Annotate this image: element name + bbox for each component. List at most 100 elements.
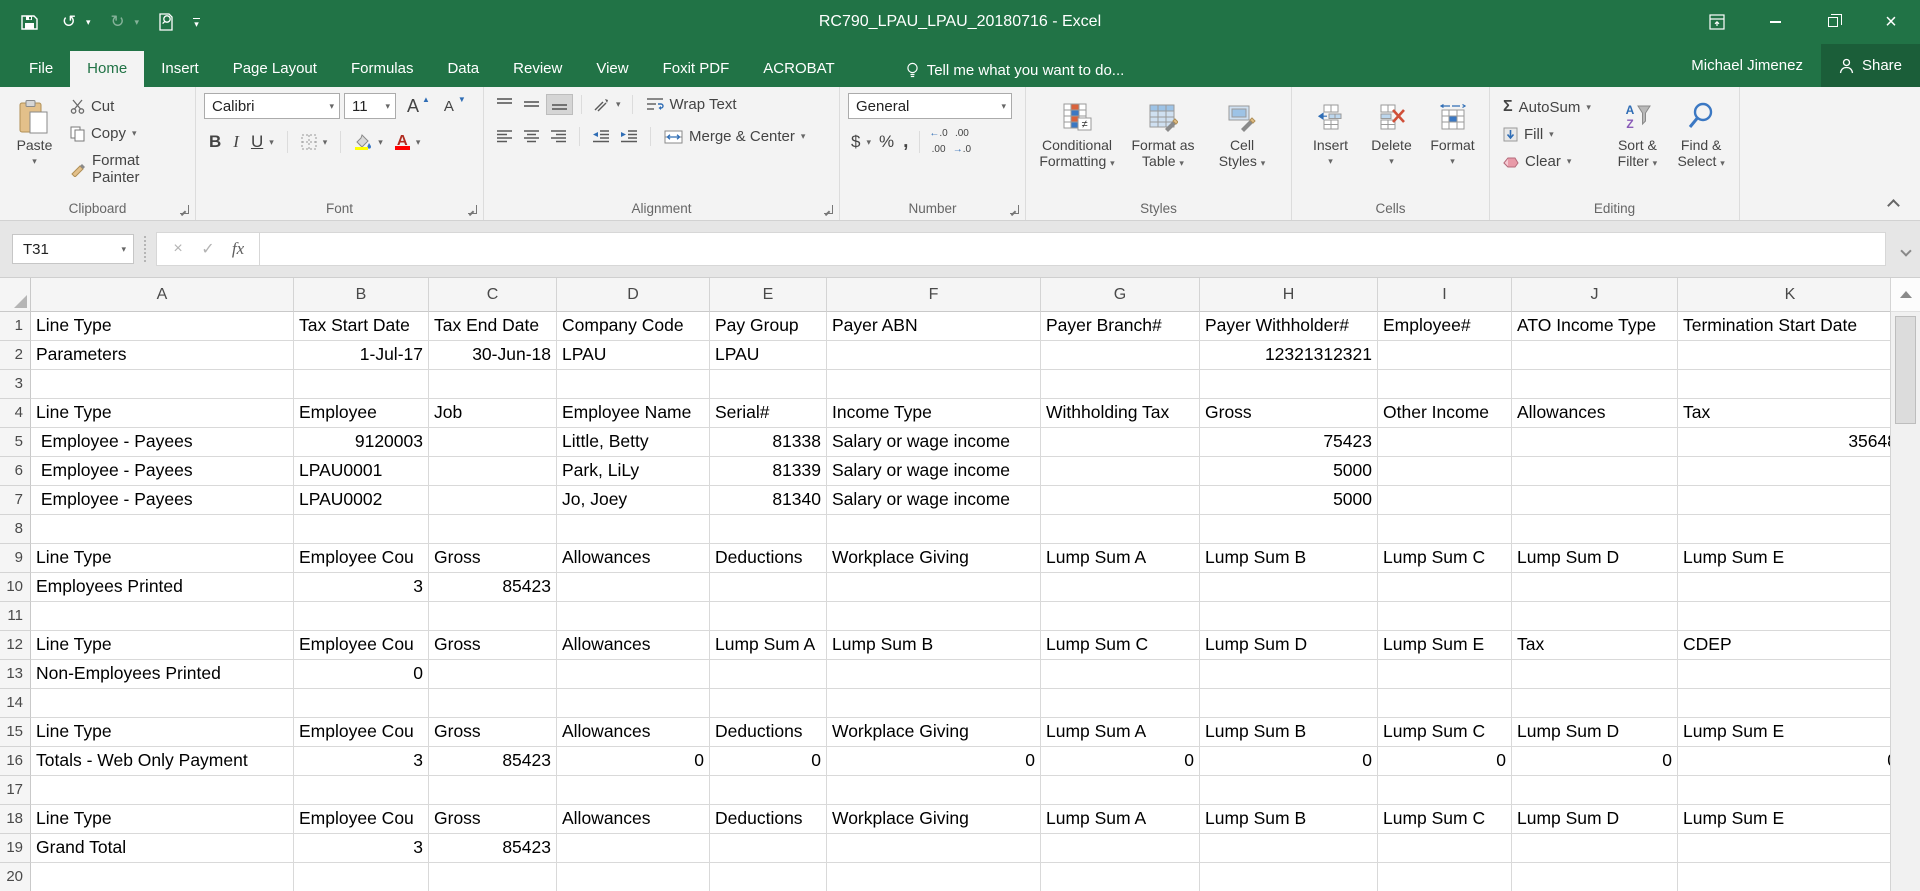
row-header-11[interactable]: 11 — [0, 602, 31, 631]
italic-button[interactable]: I — [228, 129, 244, 155]
tab-formulas[interactable]: Formulas — [334, 51, 431, 87]
insert-cells-button[interactable]: Insert▾ — [1300, 93, 1361, 196]
cell-B4[interactable]: Employee — [294, 399, 429, 428]
cell-K19[interactable] — [1678, 834, 1890, 863]
cell-A16[interactable]: Totals - Web Only Payment — [31, 747, 294, 776]
cell-B18[interactable]: Employee Cou — [294, 805, 429, 834]
top-align-button[interactable] — [492, 95, 517, 114]
cell-G5[interactable] — [1041, 428, 1200, 457]
cell-G14[interactable] — [1041, 689, 1200, 718]
cell-J20[interactable] — [1512, 863, 1678, 891]
cell-A8[interactable] — [31, 515, 294, 544]
cell-G18[interactable]: Lump Sum A — [1041, 805, 1200, 834]
cell-I20[interactable] — [1378, 863, 1512, 891]
increase-decimal-button[interactable]: ←.0.00 — [927, 129, 949, 155]
cell-E2[interactable]: LPAU — [710, 341, 827, 370]
cell-A3[interactable] — [31, 370, 294, 399]
bold-button[interactable]: B — [204, 129, 226, 155]
cell-C15[interactable]: Gross — [429, 718, 557, 747]
row-header-9[interactable]: 9 — [0, 544, 31, 573]
comma-style-button[interactable]: , — [899, 131, 912, 153]
cell-C14[interactable] — [429, 689, 557, 718]
cell-D13[interactable] — [557, 660, 710, 689]
cell-C17[interactable] — [429, 776, 557, 805]
cell-G11[interactable] — [1041, 602, 1200, 631]
cell-B16[interactable]: 3 — [294, 747, 429, 776]
cell-A4[interactable]: Line Type — [31, 399, 294, 428]
row-header-17[interactable]: 17 — [0, 776, 31, 805]
cell-C7[interactable] — [429, 486, 557, 515]
cell-F7[interactable]: Salary or wage income — [827, 486, 1041, 515]
shrink-font-button[interactable]: A▼ — [436, 98, 468, 115]
cell-J9[interactable]: Lump Sum D — [1512, 544, 1678, 573]
autosum-button[interactable]: Σ AutoSum▾ — [1498, 95, 1606, 119]
align-right-button[interactable] — [546, 127, 571, 146]
cell-I3[interactable] — [1378, 370, 1512, 399]
cell-C10[interactable]: 85423 — [429, 573, 557, 602]
cell-H13[interactable] — [1200, 660, 1378, 689]
expand-formula-bar-icon[interactable] — [1900, 245, 1911, 256]
tab-review[interactable]: Review — [496, 51, 579, 87]
cell-B13[interactable]: 0 — [294, 660, 429, 689]
cell-A15[interactable]: Line Type — [31, 718, 294, 747]
cell-H18[interactable]: Lump Sum B — [1200, 805, 1378, 834]
cell-I18[interactable]: Lump Sum C — [1378, 805, 1512, 834]
cell-K16[interactable]: 0 — [1678, 747, 1890, 776]
cell-G7[interactable] — [1041, 486, 1200, 515]
cell-J1[interactable]: ATO Income Type — [1512, 312, 1678, 341]
cell-E10[interactable] — [710, 573, 827, 602]
cell-B10[interactable]: 3 — [294, 573, 429, 602]
font-name-combo[interactable]: Calibri▾ — [204, 93, 340, 119]
cell-D20[interactable] — [557, 863, 710, 891]
format-cells-button[interactable]: Format▾ — [1422, 93, 1483, 196]
cell-F20[interactable] — [827, 863, 1041, 891]
cell-E20[interactable] — [710, 863, 827, 891]
cell-K14[interactable] — [1678, 689, 1890, 718]
cell-C12[interactable]: Gross — [429, 631, 557, 660]
cell-F11[interactable] — [827, 602, 1041, 631]
column-header-B[interactable]: B — [294, 278, 429, 312]
orientation-button[interactable]: ▾ — [590, 97, 624, 112]
tab-file[interactable]: File — [12, 51, 70, 87]
cell-K12[interactable]: CDEP — [1678, 631, 1890, 660]
cell-F15[interactable]: Workplace Giving — [827, 718, 1041, 747]
cell-H14[interactable] — [1200, 689, 1378, 718]
cell-G12[interactable]: Lump Sum C — [1041, 631, 1200, 660]
clipboard-dialog-launcher-icon[interactable] — [180, 205, 189, 214]
cell-A11[interactable] — [31, 602, 294, 631]
cell-E17[interactable] — [710, 776, 827, 805]
cell-B6[interactable]: LPAU0001 — [294, 457, 429, 486]
cell-F2[interactable] — [827, 341, 1041, 370]
cell-H17[interactable] — [1200, 776, 1378, 805]
cell-H9[interactable]: Lump Sum B — [1200, 544, 1378, 573]
font-dialog-launcher-icon[interactable] — [468, 205, 477, 214]
cell-C16[interactable]: 85423 — [429, 747, 557, 776]
select-all-corner[interactable] — [0, 278, 31, 312]
cell-F16[interactable]: 0 — [827, 747, 1041, 776]
vertical-scrollbar[interactable] — [1890, 278, 1920, 891]
cell-C11[interactable] — [429, 602, 557, 631]
number-dialog-launcher-icon[interactable] — [1010, 205, 1019, 214]
cell-B1[interactable]: Tax Start Date — [294, 312, 429, 341]
sort-filter-button[interactable]: AZ Sort & Filter ▾ — [1606, 93, 1670, 196]
cell-I4[interactable]: Other Income — [1378, 399, 1512, 428]
cell-I5[interactable] — [1378, 428, 1512, 457]
cell-D10[interactable] — [557, 573, 710, 602]
cell-K6[interactable] — [1678, 457, 1890, 486]
cell-E4[interactable]: Serial# — [710, 399, 827, 428]
cell-F9[interactable]: Workplace Giving — [827, 544, 1041, 573]
tab-foxit-pdf[interactable]: Foxit PDF — [646, 51, 747, 87]
cell-B7[interactable]: LPAU0002 — [294, 486, 429, 515]
cell-G19[interactable] — [1041, 834, 1200, 863]
fill-button[interactable]: Fill▾ — [1498, 123, 1606, 146]
vertical-scrollbar-thumb[interactable] — [1895, 316, 1916, 424]
redo-button[interactable]: ↻ — [105, 9, 131, 35]
row-header-5[interactable]: 5 — [0, 428, 31, 457]
cell-C13[interactable] — [429, 660, 557, 689]
cell-B15[interactable]: Employee Cou — [294, 718, 429, 747]
cell-K13[interactable] — [1678, 660, 1890, 689]
cell-C1[interactable]: Tax End Date — [429, 312, 557, 341]
cell-F13[interactable] — [827, 660, 1041, 689]
format-painter-button[interactable]: Format Painter — [65, 149, 189, 189]
row-header-20[interactable]: 20 — [0, 863, 31, 891]
